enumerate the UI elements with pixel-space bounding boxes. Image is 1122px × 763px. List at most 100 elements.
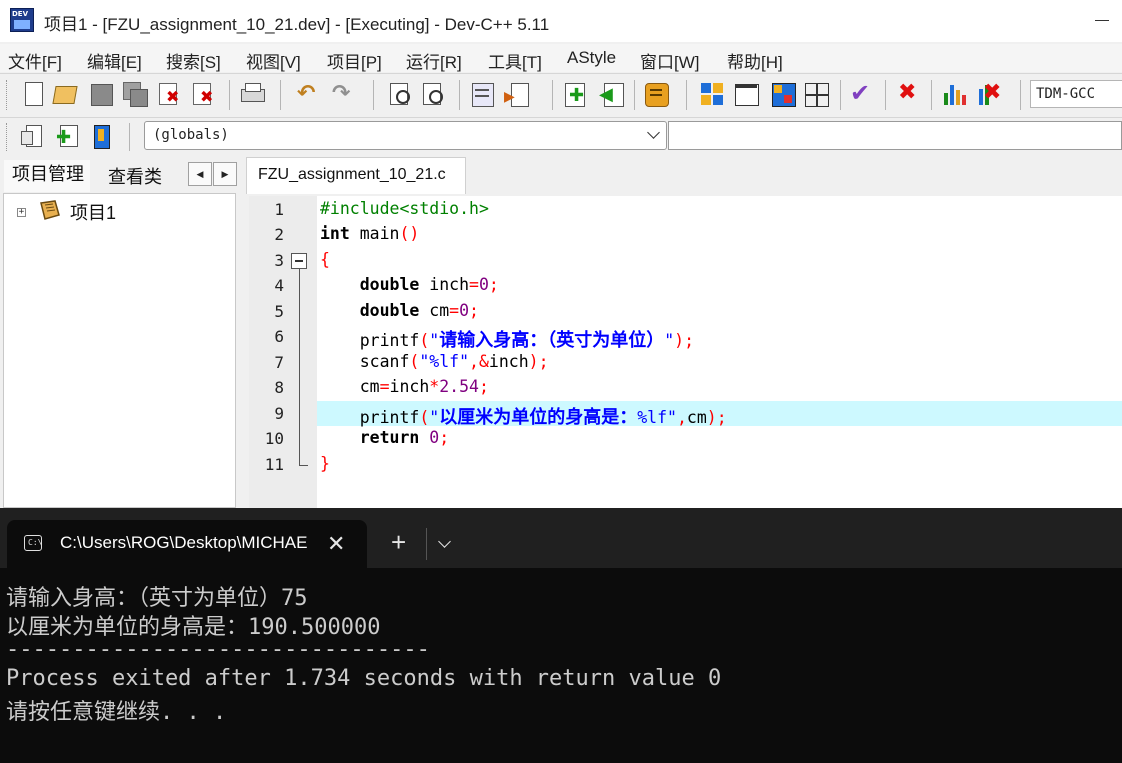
tree-item-project[interactable]: 项目1 xyxy=(70,199,116,225)
add-to-project-icon[interactable]: ✚ xyxy=(563,81,589,107)
code-line[interactable]: double cm=0; xyxy=(320,301,479,320)
remove-from-project-icon[interactable]: ◀ xyxy=(598,81,624,107)
save-icon[interactable] xyxy=(88,81,114,107)
code-token: 0 xyxy=(429,428,440,447)
code-token: double xyxy=(359,275,420,294)
stop-icon[interactable]: ✖ xyxy=(896,80,922,107)
code-token: inch xyxy=(419,275,470,294)
menu-search[interactable]: 搜索[S] xyxy=(166,48,221,73)
toggle-bookmark-icon[interactable]: ✚ xyxy=(54,123,80,149)
code-token: scanf xyxy=(320,352,410,371)
console-line: 请输入身高：（英寸为单位）75 xyxy=(6,586,308,611)
chart-icon[interactable] xyxy=(942,81,968,107)
line-number: 2 xyxy=(274,225,284,244)
tab-scroll-right-icon[interactable]: ▶ xyxy=(213,162,237,186)
code-line[interactable]: scanf("%lf",&inch); xyxy=(320,352,549,371)
code-token: %lf" xyxy=(637,408,677,427)
code-line[interactable]: double inch=0; xyxy=(320,275,499,294)
tree-expand-icon[interactable]: + xyxy=(17,208,26,217)
goto-icon[interactable] xyxy=(469,81,495,107)
code-token: = xyxy=(469,275,479,294)
goto-bookmark-icon[interactable] xyxy=(89,123,115,149)
chevron-down-icon[interactable] xyxy=(647,126,660,139)
code-line[interactable]: cm=inch*2.54; xyxy=(320,377,489,396)
menu-run[interactable]: 运行[R] xyxy=(406,48,462,73)
code-line[interactable]: printf("以厘米为单位的身高是：%lf",cm); xyxy=(320,403,727,429)
rebuild-icon[interactable] xyxy=(803,81,829,107)
code-token: * xyxy=(429,377,440,396)
scope-combobox[interactable]: (globals) xyxy=(144,121,667,150)
code-line[interactable]: return 0; xyxy=(320,428,449,447)
code-line[interactable]: { xyxy=(320,250,330,269)
line-number: 11 xyxy=(264,455,284,474)
code-token: return xyxy=(359,428,420,447)
redo-icon[interactable]: ↷ xyxy=(331,81,357,107)
line-number: 9 xyxy=(274,404,284,423)
menu-file[interactable]: 文件[F] xyxy=(8,48,62,73)
code-token: cm xyxy=(686,408,707,427)
code-token: inch xyxy=(488,352,529,371)
new-file-icon[interactable] xyxy=(21,81,47,107)
project-tree xyxy=(3,193,236,508)
save-all-icon[interactable] xyxy=(122,81,148,107)
code-token: 0 xyxy=(459,301,470,320)
code-line[interactable]: #include<stdio.h> xyxy=(320,199,489,218)
app-icon-text: DEV xyxy=(12,10,29,18)
menu-tools[interactable]: 工具[T] xyxy=(488,48,542,73)
line-number: 4 xyxy=(274,276,284,295)
close-all-icon[interactable]: ✖ xyxy=(191,81,217,107)
run-icon[interactable] xyxy=(733,81,759,107)
code-token: 请输入身高：（英寸为单位） xyxy=(439,330,665,351)
code-line[interactable]: int main() xyxy=(320,224,419,243)
code-line[interactable]: printf("请输入身高：（英寸为单位）"); xyxy=(320,326,694,352)
tab-class-browser[interactable]: 查看类 xyxy=(108,163,162,189)
code-token: cm xyxy=(320,377,380,396)
code-token: ( xyxy=(419,331,430,350)
scope-value: (globals) xyxy=(153,127,229,143)
syntax-check-icon[interactable]: ✔ xyxy=(849,79,875,107)
compile-icon[interactable] xyxy=(699,81,725,107)
close-icon[interactable]: ✖ xyxy=(157,81,183,107)
code-token: , xyxy=(676,408,687,427)
find-icon[interactable] xyxy=(388,81,414,107)
replace-icon[interactable] xyxy=(421,81,447,107)
code-token: () xyxy=(399,224,420,243)
code-token: ( xyxy=(409,352,420,371)
code-line[interactable]: } xyxy=(320,454,330,473)
compile-run-icon[interactable] xyxy=(770,81,796,107)
menu-edit[interactable]: 编辑[E] xyxy=(87,48,142,73)
menu-view[interactable]: 视图[V] xyxy=(246,48,301,73)
code-token: " xyxy=(429,408,440,427)
minimize-icon[interactable] xyxy=(1095,20,1109,21)
profile-delete-icon[interactable]: ✖ xyxy=(977,80,1003,107)
line-number: 1 xyxy=(274,200,284,219)
code-token: printf xyxy=(320,331,420,350)
menu-project[interactable]: 项目[P] xyxy=(327,48,382,73)
fold-toggle-icon[interactable] xyxy=(291,253,307,269)
code-token: main xyxy=(349,224,400,243)
code-token: " xyxy=(429,331,440,350)
code-token: ); xyxy=(528,352,549,371)
tab-project-manager[interactable]: 项目管理 xyxy=(4,160,90,192)
tab-source-file[interactable]: FZU_assignment_10_21.c xyxy=(246,157,466,194)
menu-window[interactable]: 窗口[W] xyxy=(640,48,700,73)
function-combobox[interactable] xyxy=(668,121,1122,150)
print-icon[interactable] xyxy=(239,81,265,107)
undo-icon[interactable]: ↶ xyxy=(296,81,322,107)
console-line: 请按任意键继续. . . xyxy=(6,700,227,725)
menu-help[interactable]: 帮助[H] xyxy=(727,48,783,73)
tab-scroll-left-icon[interactable]: ◀ xyxy=(188,162,212,186)
close-icon[interactable]: ✕ xyxy=(327,531,345,557)
project-options-icon[interactable] xyxy=(643,81,669,107)
indent-icon[interactable]: ▶ xyxy=(503,81,529,107)
new-tab-icon[interactable]: + xyxy=(391,527,406,558)
compiler-select[interactable]: TDM-GCC xyxy=(1030,80,1122,108)
open-file-icon[interactable] xyxy=(52,81,78,107)
console-line: -------------------------------- xyxy=(6,637,430,662)
insert-code-icon[interactable] xyxy=(20,123,46,149)
line-number: 5 xyxy=(274,302,284,321)
menu-astyle[interactable]: AStyle xyxy=(567,48,616,68)
code-token: = xyxy=(379,377,390,396)
